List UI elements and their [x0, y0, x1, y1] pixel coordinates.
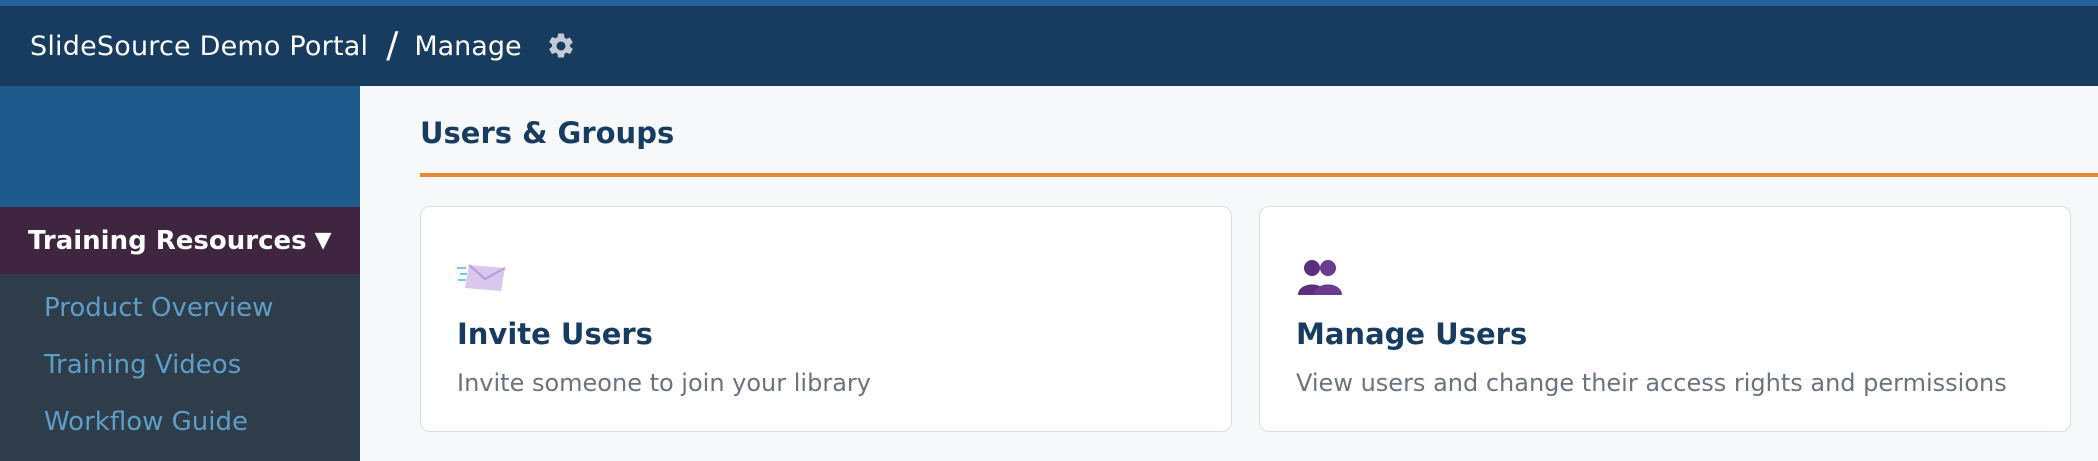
sidebar-item-product-overview[interactable]: Product Overview [0, 280, 360, 337]
top-header: SlideSource Demo Portal / Manage [0, 6, 2098, 86]
manage-users-description: View users and change their access right… [1296, 369, 2007, 397]
manage-users-card[interactable]: Manage Users View users and change their… [1259, 206, 2071, 432]
manage-users-title: Manage Users [1296, 317, 1528, 351]
training-resources-toggle[interactable]: Training Resources ▼ [0, 207, 360, 274]
users-icon [1296, 257, 1346, 297]
envelope-icon [457, 257, 507, 297]
sidebar-item-workflow-guide[interactable]: Workflow Guide [0, 394, 360, 451]
invite-users-card[interactable]: Invite Users Invite someone to join your… [420, 206, 1232, 432]
invite-users-title: Invite Users [457, 317, 653, 351]
caret-down-icon: ▼ [314, 228, 332, 253]
breadcrumb-separator: / [386, 25, 399, 66]
portal-name[interactable]: SlideSource Demo Portal [30, 31, 368, 62]
sidebar-banner [0, 86, 360, 207]
sidebar-links: Product Overview Training Videos Workflo… [0, 274, 360, 461]
training-resources-label: Training Resources [28, 225, 307, 256]
sidebar-item-training-videos[interactable]: Training Videos [0, 337, 360, 394]
section-divider [420, 173, 2098, 177]
page-title: Manage [414, 30, 522, 62]
invite-users-description: Invite someone to join your library [457, 369, 871, 397]
section-title: Users & Groups [420, 116, 675, 150]
gear-icon[interactable] [546, 31, 576, 61]
main-content: Users & Groups Invite Users Invite someo… [360, 86, 2098, 461]
